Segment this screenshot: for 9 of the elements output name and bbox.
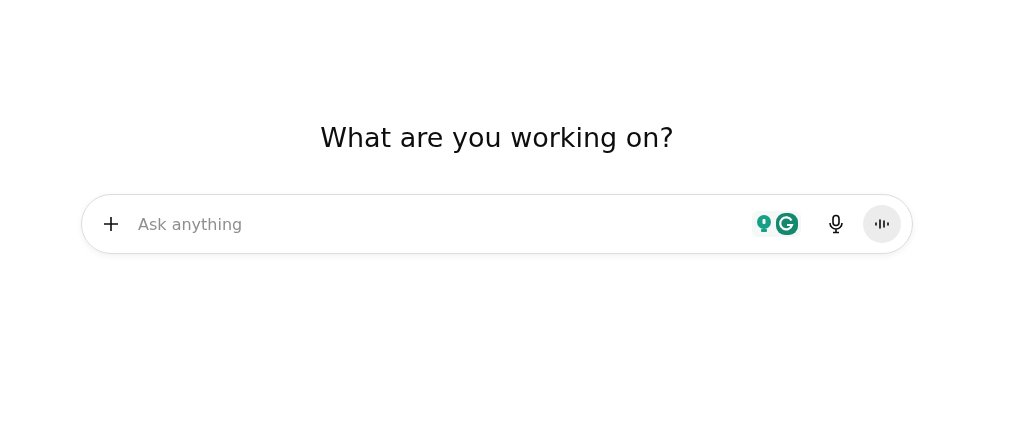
voice-mode-button[interactable]: [863, 205, 901, 243]
page-heading: What are you working on?: [320, 121, 674, 155]
microphone-icon: [827, 214, 845, 234]
input-field[interactable]: Ask anything: [138, 214, 740, 234]
plus-icon: [102, 215, 120, 233]
g-logo-icon: [776, 213, 798, 235]
writing-assistant-widget[interactable]: [752, 211, 801, 237]
lightbulb-icon: [755, 214, 773, 234]
waveform-icon: [874, 216, 890, 232]
